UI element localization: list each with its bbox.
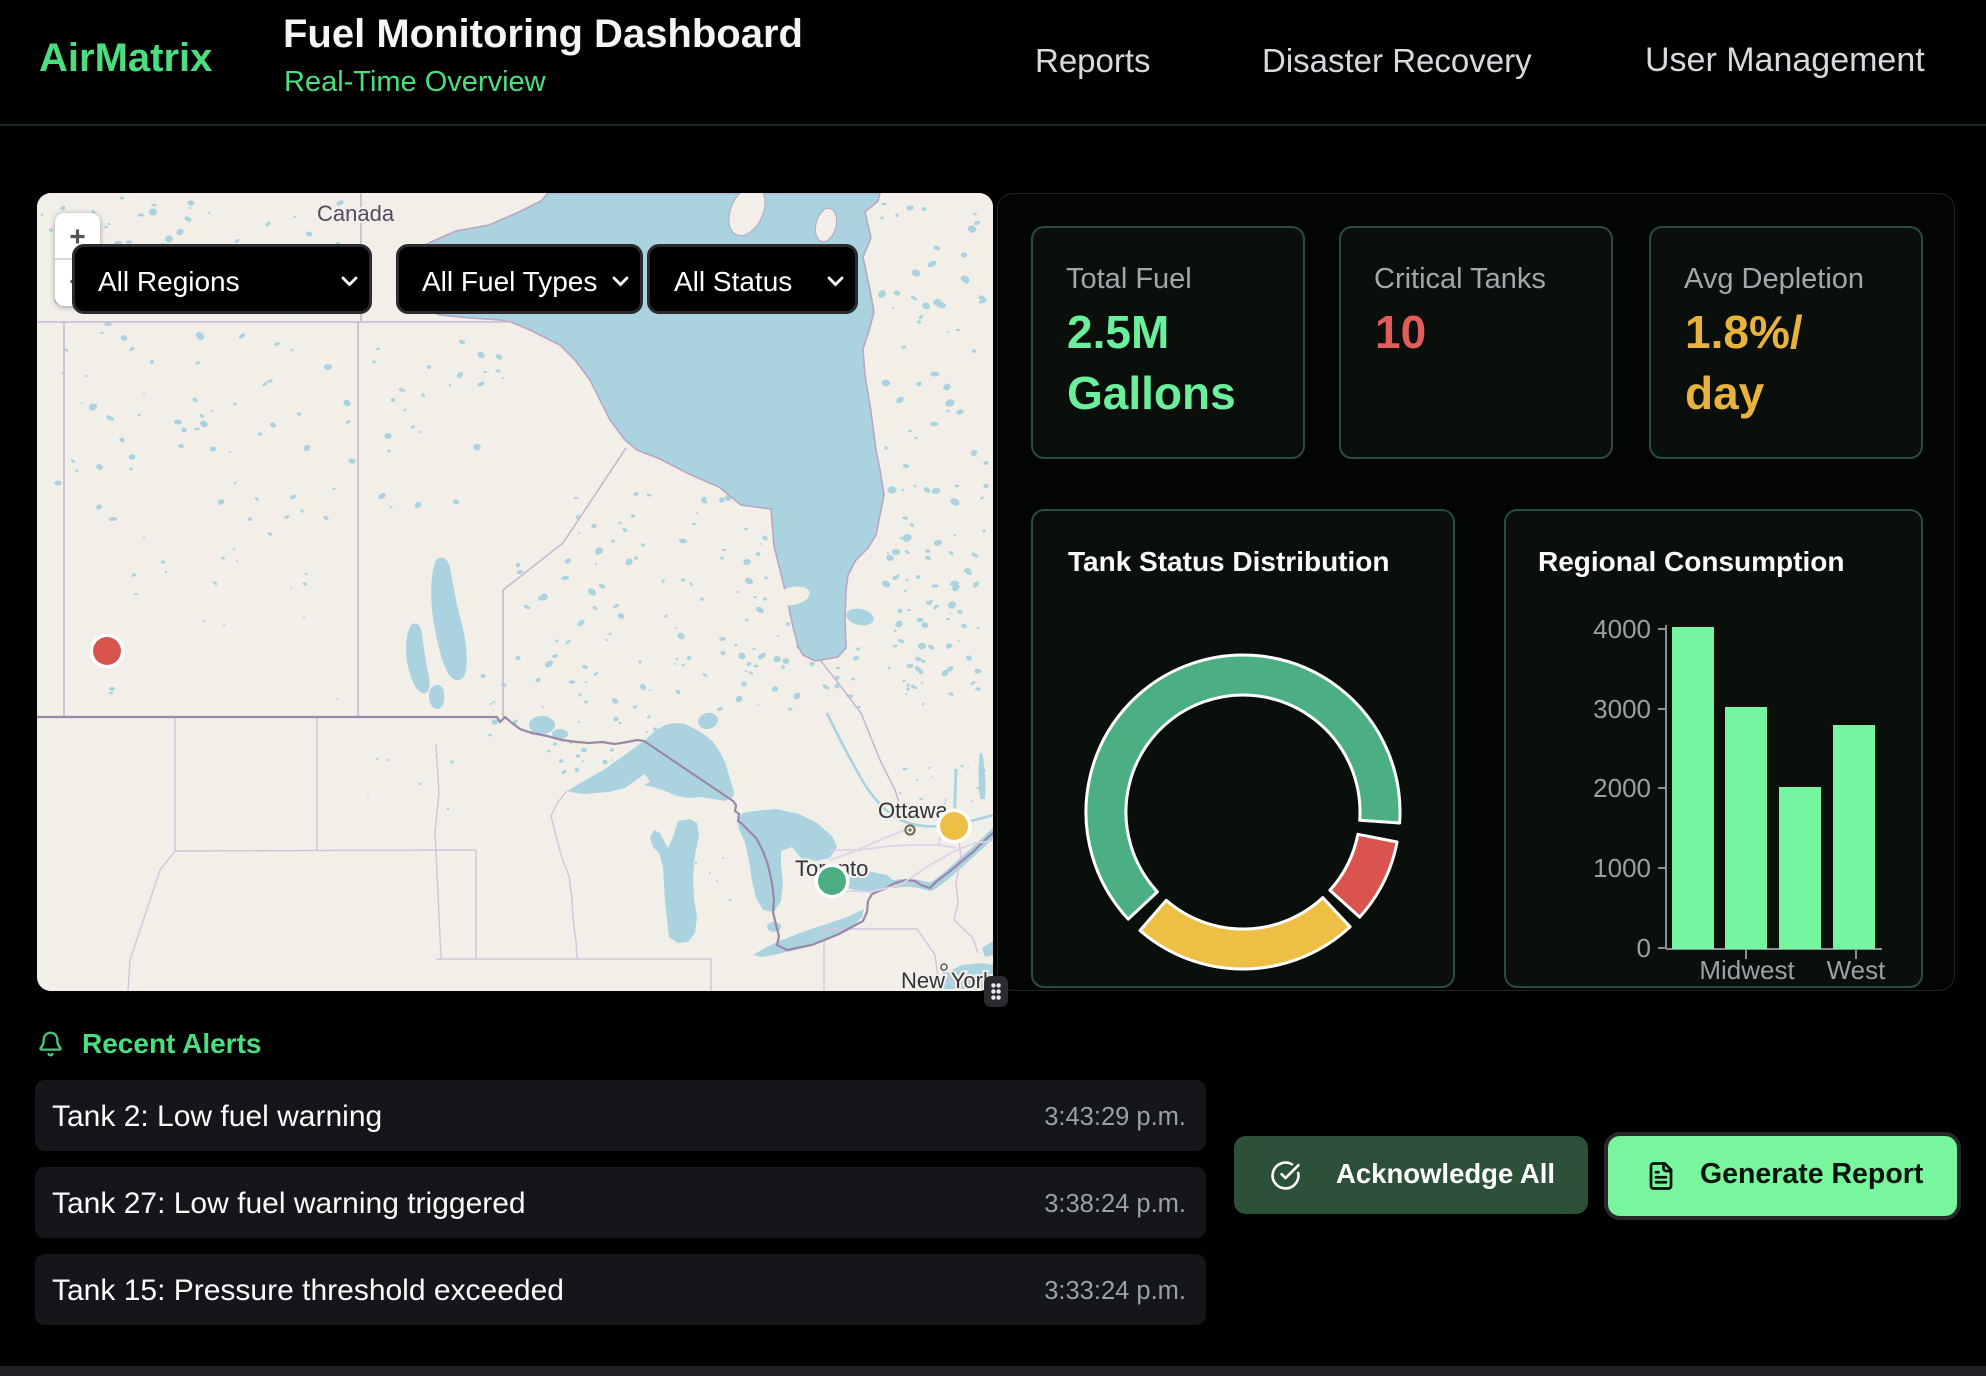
svg-text:West: West xyxy=(1827,955,1887,985)
svg-text:2000: 2000 xyxy=(1593,773,1651,803)
svg-text:4000: 4000 xyxy=(1593,614,1651,644)
svg-text:3000: 3000 xyxy=(1593,694,1651,724)
svg-text:0: 0 xyxy=(1637,933,1651,963)
svg-text:Canada: Canada xyxy=(317,201,395,226)
svg-text:1000: 1000 xyxy=(1593,853,1651,883)
svg-text:New York: New York xyxy=(901,968,993,991)
svg-text:Midwest: Midwest xyxy=(1699,955,1795,985)
